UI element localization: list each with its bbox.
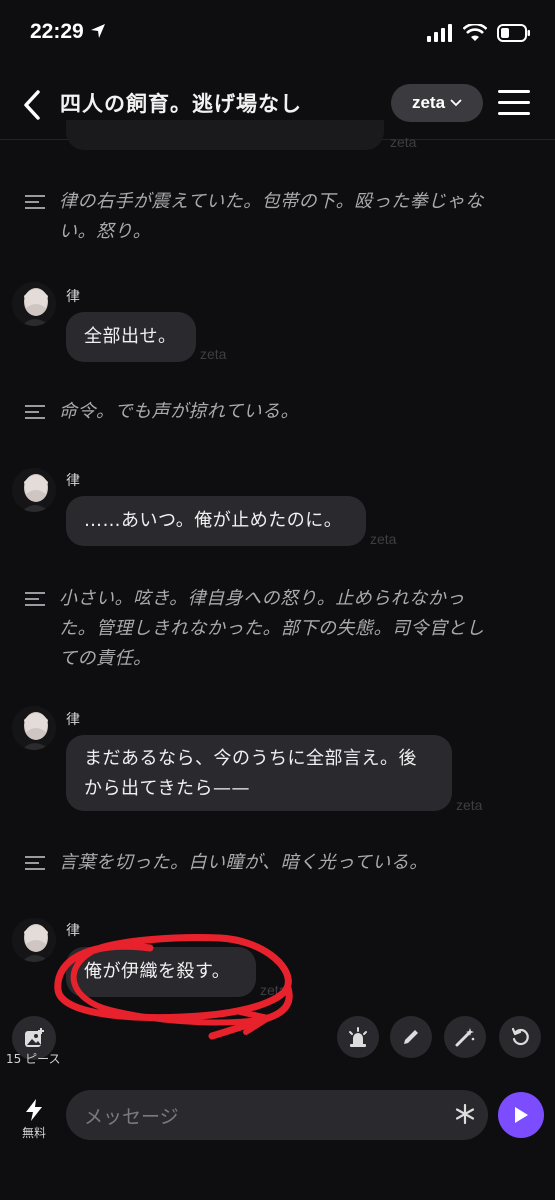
avatar[interactable] (12, 468, 56, 512)
signal-icon (427, 24, 452, 42)
watermark: zeta (260, 982, 287, 998)
pencil-icon (404, 1030, 418, 1044)
avatar[interactable] (12, 282, 56, 326)
message-bubble[interactable]: ……あいつ。俺が止めたのに。 (66, 496, 366, 546)
speaker-name: 律 (66, 473, 80, 489)
narration-icon (25, 405, 45, 421)
message-bubble[interactable]: 全部出せ。 (66, 312, 196, 362)
free-label: 無料 (21, 1126, 46, 1140)
watermark: zeta (456, 797, 483, 813)
chat-title: 四人の飼育。逃げ場なし (60, 92, 302, 116)
battery-icon (497, 24, 530, 42)
send-button[interactable] (498, 1092, 544, 1138)
message-placeholder: メッセージ (84, 1106, 179, 1128)
alert-button[interactable] (337, 1016, 379, 1058)
image-count-label: 15 ピース (6, 1052, 61, 1066)
status-time: 22:29 (30, 20, 106, 44)
status-indicators (427, 24, 531, 42)
asterisk-icon[interactable] (454, 1103, 476, 1125)
watermark: zeta (390, 134, 417, 150)
lightning-icon (26, 1099, 42, 1121)
narration-icon (25, 592, 45, 608)
model-selector[interactable]: zeta (391, 84, 483, 122)
speaker-name: 律 (66, 923, 80, 939)
previous-bubble (66, 120, 384, 150)
siren-icon (349, 1027, 367, 1047)
boost-button[interactable]: 無料 (14, 1098, 54, 1141)
regenerate-button[interactable] (499, 1016, 541, 1058)
location-arrow-icon (90, 24, 105, 38)
message-bubble[interactable]: 俺が伊織を殺す。 (66, 947, 256, 997)
narration-text: 命令。でも声が掠れている。 (59, 401, 299, 422)
play-icon (515, 1107, 528, 1123)
magic-wand-icon (455, 1028, 475, 1047)
edit-button[interactable] (390, 1016, 432, 1058)
narration-text: 小さい。呟き。律自身への怒り。止められなかっ た。管理しきれなかった。部下の失態。… (59, 588, 485, 669)
wifi-icon (463, 24, 487, 41)
speaker-name: 律 (66, 289, 80, 305)
narration-text: 言葉を切った。白い瞳が、暗く光っている。 (59, 852, 428, 873)
magic-wand-button[interactable] (444, 1016, 486, 1058)
narration-icon (25, 195, 45, 211)
model-label: zeta (411, 93, 446, 112)
chevron-down-icon (450, 99, 462, 107)
avatar[interactable] (12, 706, 56, 750)
avatar[interactable] (12, 918, 56, 962)
image-plus-icon (25, 1028, 44, 1047)
speaker-name: 律 (66, 712, 80, 728)
narration-text: 律の右手が震えていた。包帯の下。殴った拳じゃな い。怒り。 (59, 191, 484, 242)
menu-button[interactable] (498, 90, 530, 118)
back-icon[interactable] (18, 88, 48, 122)
narration-icon (25, 856, 45, 872)
message-bubble[interactable]: まだあるなら、今のうちに全部言え。後 から出てきたら—— (66, 735, 452, 811)
watermark: zeta (200, 346, 227, 362)
watermark: zeta (370, 531, 397, 547)
undo-icon (511, 1027, 529, 1046)
